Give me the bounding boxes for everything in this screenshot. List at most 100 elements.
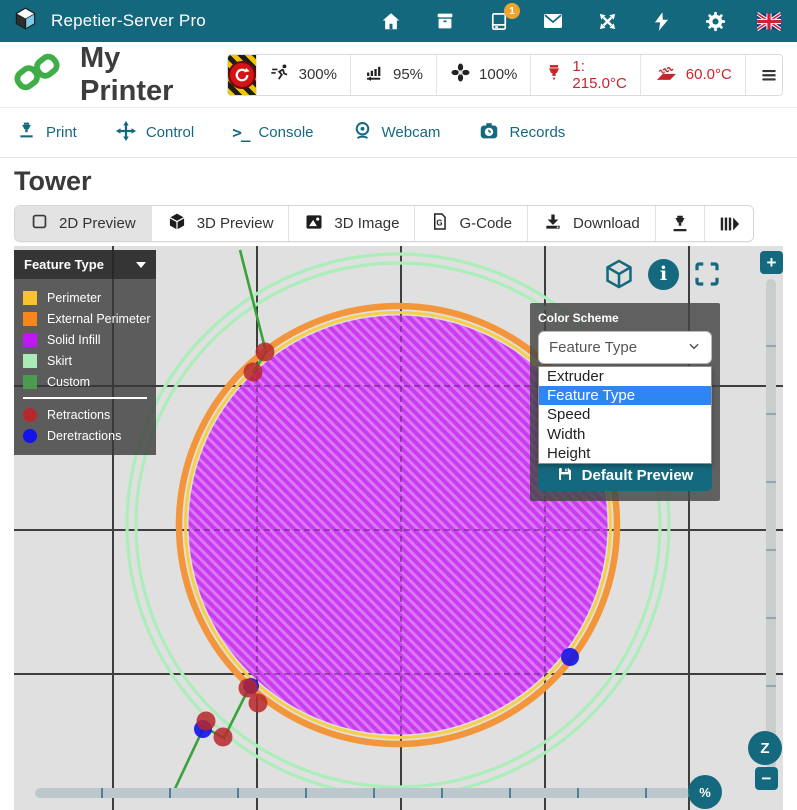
skirt-swatch — [23, 354, 37, 368]
emergency-stop-icon — [228, 61, 256, 89]
view-3d-preview-button[interactable]: 3D Preview — [151, 206, 289, 241]
preview-toolbar: i — [556, 258, 722, 290]
extruder-temp-value: 1: 215.0°C — [572, 58, 626, 92]
chevron-down-icon — [136, 262, 146, 268]
view-toolbar: 2D Preview 3D Preview 3D Image G G-Code … — [14, 205, 754, 242]
color-scheme-panel: Color Scheme Feature Type Extruder Featu… — [530, 303, 720, 501]
printer-nozzle-icon — [669, 213, 691, 235]
app-title: Repetier-Server Pro — [51, 11, 206, 31]
tab-control-label: Control — [146, 124, 194, 141]
option-feature-type[interactable]: Feature Type — [539, 386, 711, 405]
printer-link-icon[interactable] — [14, 49, 60, 100]
navbar-icons: 1 — [379, 9, 781, 33]
image-icon — [304, 212, 324, 236]
fan-icon — [450, 62, 471, 87]
fan-value: 100% — [479, 66, 517, 83]
zoom-in-button[interactable]: + — [760, 251, 783, 274]
archive-box-icon[interactable] — [433, 9, 457, 33]
tab-records-label: Records — [509, 124, 565, 141]
printer-menu-button[interactable] — [745, 55, 783, 95]
legend-label: Solid Infill — [47, 333, 101, 347]
color-scheme-select[interactable]: Feature Type — [538, 331, 712, 364]
render-layers-button[interactable] — [704, 206, 753, 241]
legend-item: Solid Infill — [23, 329, 147, 350]
gcode-button[interactable]: G G-Code — [414, 206, 527, 241]
printer-header: My Printer 300% 95% 100% — [0, 42, 797, 108]
preview-menu-icon[interactable] — [556, 263, 590, 286]
z-layer-handle[interactable]: Z — [748, 731, 782, 765]
webcam-icon — [352, 120, 373, 145]
chevron-down-icon — [687, 339, 701, 357]
square-outline-icon — [30, 212, 49, 235]
color-scheme-options: Extruder Feature Type Speed Width Height — [538, 366, 712, 464]
retractions-swatch — [23, 408, 37, 422]
emergency-stop-button[interactable] — [228, 55, 256, 95]
svg-text:G: G — [437, 218, 443, 227]
brand[interactable]: Repetier-Server Pro — [12, 5, 206, 37]
preview-3d-cube-icon[interactable] — [603, 258, 635, 290]
view-3d-image-button[interactable]: 3D Image — [288, 206, 414, 241]
job-title: Tower — [14, 166, 797, 197]
info-icon[interactable]: i — [648, 259, 679, 290]
flow-multiplier-button[interactable]: 95% — [350, 55, 436, 95]
extruder-icon — [544, 63, 564, 87]
print-preview-area[interactable]: Feature Type Perimeter External Perimete… — [14, 246, 783, 810]
option-extruder[interactable]: Extruder — [539, 367, 711, 386]
power-icon[interactable] — [649, 9, 673, 33]
legend-label: Retractions — [47, 408, 110, 422]
tab-webcam-label: Webcam — [382, 124, 441, 141]
custom-swatch — [23, 375, 37, 389]
progress-slider-track[interactable] — [35, 788, 690, 798]
save-icon — [557, 466, 573, 486]
layers-play-icon — [718, 213, 740, 235]
tab-records[interactable]: Records — [478, 120, 565, 146]
legend-label: Custom — [47, 375, 90, 389]
fan-speed-button[interactable]: 100% — [436, 55, 530, 95]
layer-slider-track[interactable] — [766, 279, 776, 769]
gcode-file-icon: G — [430, 212, 449, 235]
settings-gear-icon[interactable] — [703, 9, 727, 33]
zoom-out-button[interactable]: − — [755, 767, 778, 790]
legend-item: Skirt — [23, 350, 147, 371]
language-flag-icon[interactable] — [757, 9, 781, 33]
solid-infill-swatch — [23, 333, 37, 347]
messages-icon[interactable] — [541, 9, 565, 33]
default-preview-button[interactable]: Default Preview — [538, 460, 712, 491]
legend-label: Perimeter — [47, 291, 101, 305]
view-2d-label: 2D Preview — [59, 215, 136, 232]
speed-multiplier-button[interactable]: 300% — [256, 55, 350, 95]
option-speed[interactable]: Speed — [539, 405, 711, 424]
heated-bed-icon — [654, 63, 678, 87]
tab-print[interactable]: Print — [16, 120, 77, 145]
download-icon — [543, 212, 563, 236]
legend-header[interactable]: Feature Type — [14, 250, 156, 279]
option-width[interactable]: Width — [539, 425, 711, 444]
option-height[interactable]: Height — [539, 444, 711, 463]
printer-name: My Printer — [80, 42, 213, 108]
bed-temp-value: 60.0°C — [686, 66, 732, 83]
perimeter-swatch — [23, 291, 37, 305]
fullscreen-icon[interactable] — [595, 9, 619, 33]
print-job-button[interactable] — [655, 206, 704, 241]
extruder-temp-button[interactable]: 1: 215.0°C — [530, 55, 639, 95]
legend-label: Skirt — [47, 354, 72, 368]
home-icon[interactable] — [379, 9, 403, 33]
speed-value: 300% — [299, 66, 337, 83]
preview-fullscreen-icon[interactable] — [692, 259, 722, 289]
color-scheme-title: Color Scheme — [538, 311, 712, 325]
print-queue-icon[interactable]: 1 — [487, 9, 511, 33]
speed-icon — [270, 62, 291, 87]
download-button[interactable]: Download — [527, 206, 655, 241]
top-navbar: Repetier-Server Pro 1 — [0, 0, 797, 42]
external-perimeter-swatch — [23, 312, 37, 326]
legend-item: External Perimeter — [23, 308, 147, 329]
tab-control[interactable]: Control — [115, 120, 194, 146]
bed-temp-button[interactable]: 60.0°C — [640, 55, 745, 95]
legend-separator — [23, 397, 147, 399]
progress-percent-handle[interactable]: % — [688, 775, 722, 809]
tab-webcam[interactable]: Webcam — [352, 120, 441, 145]
print-icon — [16, 120, 37, 145]
tab-console[interactable]: >_ Console — [232, 123, 313, 142]
menu-icon — [759, 65, 779, 85]
view-2d-preview-button[interactable]: 2D Preview — [15, 206, 151, 241]
